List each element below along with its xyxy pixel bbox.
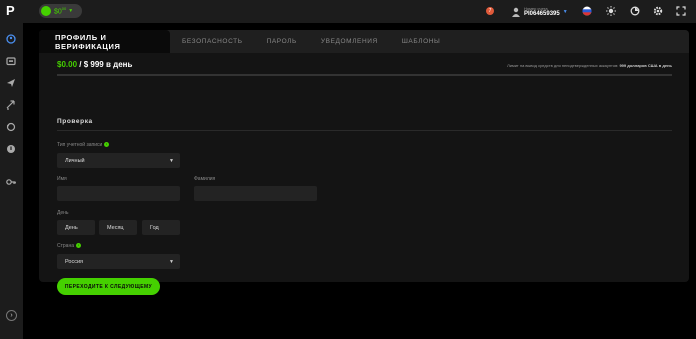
last-name-input[interactable]: [194, 186, 317, 201]
theme-sun-icon[interactable]: [606, 6, 616, 16]
refresh-icon[interactable]: [630, 6, 640, 16]
sidebar: ›: [0, 23, 23, 339]
fullscreen-icon[interactable]: [676, 6, 686, 16]
profile-icon[interactable]: [6, 34, 16, 44]
app-logo[interactable]: P: [6, 4, 16, 18]
tab-profile-verification[interactable]: Профиль и верификация: [39, 30, 170, 53]
info-icon[interactable]: i: [76, 243, 82, 249]
balance-dropdown[interactable]: $000 ▼: [39, 4, 82, 18]
tab-templates[interactable]: Шаблоны: [390, 30, 453, 53]
country-select[interactable]: Россия ▼: [57, 254, 180, 269]
exchange-icon[interactable]: [6, 100, 16, 110]
account-type-select[interactable]: Личный ▼: [57, 153, 180, 168]
balance-status-icon: [41, 6, 51, 16]
tab-security[interactable]: Безопасность: [170, 30, 255, 53]
dob-label: День: [57, 210, 69, 216]
send-icon[interactable]: [6, 78, 16, 88]
chevron-down-icon: ▼: [68, 8, 74, 14]
account-number: PI064659395: [524, 11, 560, 17]
chevron-down-icon: ▼: [169, 158, 174, 164]
dob-year-input[interactable]: Год: [142, 220, 180, 235]
continue-button[interactable]: Переходите к следующему: [57, 278, 160, 295]
gear-icon[interactable]: [653, 6, 663, 16]
chevron-down-icon: ▼: [562, 9, 568, 15]
settings-tabs: Профиль и верификация Безопасность Парол…: [39, 30, 689, 53]
section-title: Проверка: [57, 118, 93, 125]
limit-progress-bar: [57, 74, 672, 76]
first-name-input[interactable]: [57, 186, 180, 201]
first-name-label: Имя: [57, 176, 67, 182]
user-icon: [512, 7, 520, 17]
tab-notifications[interactable]: Уведомления: [309, 30, 390, 53]
top-bar: P $000 ▼ 7 Номер счета PI064659395 ▼: [0, 0, 696, 23]
chevron-down-icon: ▼: [169, 259, 174, 265]
verification-content: $0.00 / $ 999 в день Лимит на вывод сред…: [57, 60, 672, 295]
account-type-label: Тип учетной записи i: [57, 142, 110, 148]
balance-amount: $000: [54, 6, 67, 16]
limit-note: Лимит на вывод средств для неподтвержден…: [507, 63, 672, 68]
tab-password[interactable]: Пароль: [255, 30, 309, 53]
sidebar-expand-button[interactable]: ›: [6, 310, 17, 321]
last-name-label: Фамилия: [194, 176, 216, 182]
country-label: Страна i: [57, 243, 82, 249]
history-icon[interactable]: [6, 122, 16, 132]
divider: [57, 130, 672, 131]
info-icon[interactable]: i: [104, 142, 110, 148]
support-icon[interactable]: [6, 144, 16, 154]
wallet-icon[interactable]: [6, 56, 16, 66]
withdrawal-limit: $0.00 / $ 999 в день Лимит на вывод сред…: [57, 60, 672, 72]
dob-day-input[interactable]: День: [57, 220, 95, 235]
limit-value: $0.00 / $ 999 в день: [57, 60, 133, 69]
settings-panel: Профиль и верификация Безопасность Парол…: [39, 30, 689, 295]
language-flag-icon[interactable]: [582, 6, 592, 16]
dob-month-input[interactable]: Месяц: [99, 220, 137, 235]
key-icon[interactable]: [6, 177, 16, 187]
notification-badge[interactable]: 7: [486, 7, 494, 15]
account-selector[interactable]: Номер счета PI064659395 ▼: [512, 4, 568, 20]
